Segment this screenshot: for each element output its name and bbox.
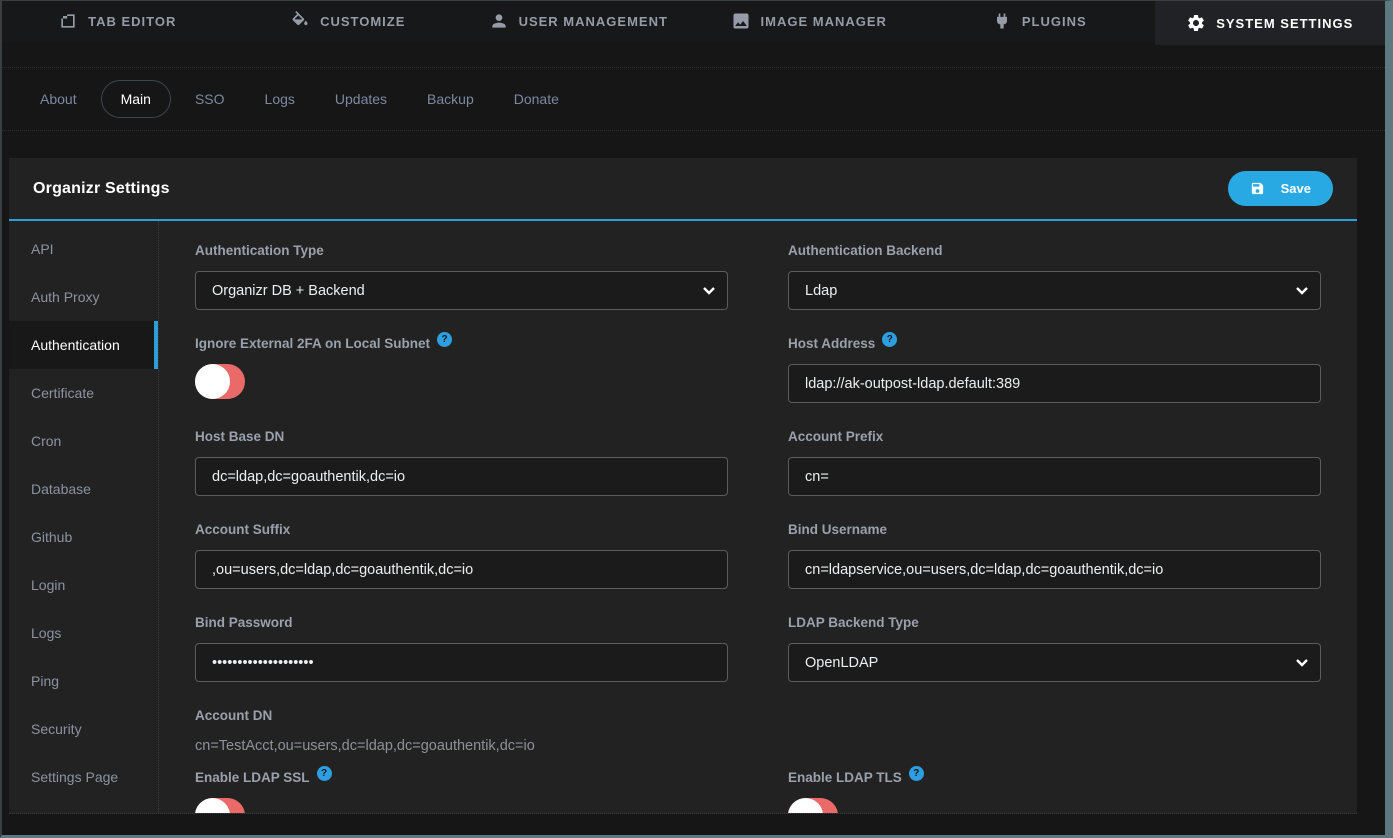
top-navbar: TAB EDITOR CUSTOMIZE USER MANAGEMENT IMA… bbox=[2, 1, 1385, 41]
save-button-label: Save bbox=[1281, 181, 1311, 196]
gear-icon bbox=[1186, 13, 1206, 33]
sidebar-item-certificate[interactable]: Certificate bbox=[9, 369, 158, 417]
field-ldap-backend-type: LDAP Backend Type OpenLDAP bbox=[788, 615, 1321, 682]
customize-icon bbox=[290, 11, 310, 31]
sidebar-item-ping[interactable]: Ping bbox=[9, 657, 158, 705]
field-label: Account Prefix bbox=[788, 429, 1321, 444]
field-label: Host Address ? bbox=[788, 336, 1321, 351]
subnav-tab-main[interactable]: Main bbox=[101, 80, 171, 118]
account-dn-value: cn=TestAcct,ou=users,dc=ldap,dc=goauthen… bbox=[195, 736, 728, 754]
host-base-dn-input[interactable] bbox=[195, 457, 728, 496]
sidebar-item-login[interactable]: Login bbox=[9, 561, 158, 609]
bind-username-input[interactable] bbox=[788, 550, 1321, 589]
topnav-tab-editor[interactable]: TAB EDITOR bbox=[2, 1, 233, 41]
field-label: Authentication Type bbox=[195, 243, 728, 258]
subnav-tab-donate[interactable]: Donate bbox=[498, 82, 575, 116]
topnav-plugins[interactable]: PLUGINS bbox=[924, 1, 1155, 41]
authentication-backend-select[interactable]: Ldap bbox=[788, 271, 1321, 310]
enable-ldap-ssl-toggle[interactable] bbox=[195, 798, 245, 813]
field-enable-ldap-tls: Enable LDAP TLS ? bbox=[788, 770, 1321, 813]
ldap-backend-type-select[interactable]: OpenLDAP bbox=[788, 643, 1321, 682]
authentication-settings-form: Authentication Type Organizr DB + Backen… bbox=[159, 221, 1357, 813]
topnav-user-management[interactable]: USER MANAGEMENT bbox=[463, 1, 694, 41]
save-icon bbox=[1250, 181, 1265, 196]
field-label: Enable LDAP SSL ? bbox=[195, 770, 728, 785]
organizr-settings-panel: Organizr Settings Save API Auth Proxy Au… bbox=[9, 158, 1357, 814]
ignore-2fa-toggle[interactable] bbox=[195, 364, 245, 399]
panel-body: API Auth Proxy Authentication Certificat… bbox=[9, 221, 1357, 813]
subnav-tab-backup[interactable]: Backup bbox=[411, 82, 490, 116]
field-label: Ignore External 2FA on Local Subnet ? bbox=[195, 336, 728, 351]
toggle-knob bbox=[195, 364, 230, 399]
field-authentication-type: Authentication Type Organizr DB + Backen… bbox=[195, 243, 728, 310]
topnav-label: USER MANAGEMENT bbox=[519, 14, 668, 29]
field-enable-ldap-ssl: Enable LDAP SSL ? bbox=[195, 770, 728, 813]
field-label: Account Suffix bbox=[195, 522, 728, 537]
app-window: TAB EDITOR CUSTOMIZE USER MANAGEMENT IMA… bbox=[0, 0, 1393, 838]
field-account-suffix: Account Suffix bbox=[195, 522, 728, 589]
image-icon bbox=[731, 11, 751, 31]
help-icon[interactable]: ? bbox=[882, 332, 897, 347]
field-label: Host Base DN bbox=[195, 429, 728, 444]
toggle-knob bbox=[788, 798, 823, 813]
field-host-address: Host Address ? bbox=[788, 336, 1321, 403]
subnav-tab-updates[interactable]: Updates bbox=[319, 82, 403, 116]
plug-icon bbox=[992, 11, 1012, 31]
sidebar-item-api[interactable]: API bbox=[9, 225, 158, 273]
field-account-prefix: Account Prefix bbox=[788, 429, 1321, 496]
bind-password-input[interactable] bbox=[195, 643, 728, 682]
field-account-dn: Account DN cn=TestAcct,ou=users,dc=ldap,… bbox=[195, 708, 728, 754]
page-title: Organizr Settings bbox=[33, 180, 170, 198]
topnav-label: PLUGINS bbox=[1022, 14, 1087, 29]
field-label: Bind Password bbox=[195, 615, 728, 630]
help-icon[interactable]: ? bbox=[909, 766, 924, 781]
topnav-label: IMAGE MANAGER bbox=[761, 14, 887, 29]
sidebar-item-database[interactable]: Database bbox=[9, 465, 158, 513]
help-icon[interactable]: ? bbox=[437, 332, 452, 347]
field-ignore-2fa: Ignore External 2FA on Local Subnet ? bbox=[195, 336, 728, 403]
sidebar-item-security[interactable]: Security bbox=[9, 705, 158, 753]
tab-editor-icon bbox=[58, 11, 78, 31]
settings-sidebar: API Auth Proxy Authentication Certificat… bbox=[9, 221, 159, 813]
field-bind-password: Bind Password bbox=[195, 615, 728, 682]
field-label: Account DN bbox=[195, 708, 728, 723]
field-label: Authentication Backend bbox=[788, 243, 1321, 258]
field-bind-username: Bind Username bbox=[788, 522, 1321, 589]
empty-cell bbox=[788, 708, 1321, 770]
field-label: Enable LDAP TLS ? bbox=[788, 770, 1321, 785]
authentication-type-select[interactable]: Organizr DB + Backend bbox=[195, 271, 728, 310]
topnav-image-manager[interactable]: IMAGE MANAGER bbox=[694, 1, 925, 41]
topnav-system-settings[interactable]: SYSTEM SETTINGS bbox=[1155, 1, 1386, 45]
sidebar-item-cron[interactable]: Cron bbox=[9, 417, 158, 465]
topnav-label: TAB EDITOR bbox=[88, 14, 176, 29]
topnav-label: SYSTEM SETTINGS bbox=[1216, 16, 1353, 31]
field-host-base-dn: Host Base DN bbox=[195, 429, 728, 496]
enable-ldap-tls-toggle[interactable] bbox=[788, 798, 838, 813]
topnav-label: CUSTOMIZE bbox=[320, 14, 405, 29]
sidebar-item-settings-page[interactable]: Settings Page bbox=[9, 753, 158, 801]
account-prefix-input[interactable] bbox=[788, 457, 1321, 496]
field-label: Bind Username bbox=[788, 522, 1321, 537]
topnav-customize[interactable]: CUSTOMIZE bbox=[233, 1, 464, 41]
field-authentication-backend: Authentication Backend Ldap bbox=[788, 243, 1321, 310]
panel-header: Organizr Settings Save bbox=[9, 158, 1357, 221]
sidebar-item-authentication[interactable]: Authentication bbox=[9, 321, 158, 369]
field-label: LDAP Backend Type bbox=[788, 615, 1321, 630]
host-address-input[interactable] bbox=[788, 364, 1321, 403]
sidebar-item-github[interactable]: Github bbox=[9, 513, 158, 561]
settings-subnav: About Main SSO Logs Updates Backup Donat… bbox=[2, 67, 1385, 131]
sidebar-item-auth-proxy[interactable]: Auth Proxy bbox=[9, 273, 158, 321]
subnav-tab-sso[interactable]: SSO bbox=[179, 82, 241, 116]
account-suffix-input[interactable] bbox=[195, 550, 728, 589]
sidebar-item-logs[interactable]: Logs bbox=[9, 609, 158, 657]
subnav-tab-logs[interactable]: Logs bbox=[249, 82, 311, 116]
save-button[interactable]: Save bbox=[1228, 171, 1333, 206]
user-icon bbox=[489, 11, 509, 31]
help-icon[interactable]: ? bbox=[317, 766, 332, 781]
toggle-knob bbox=[195, 798, 230, 813]
subnav-tab-about[interactable]: About bbox=[24, 82, 93, 116]
